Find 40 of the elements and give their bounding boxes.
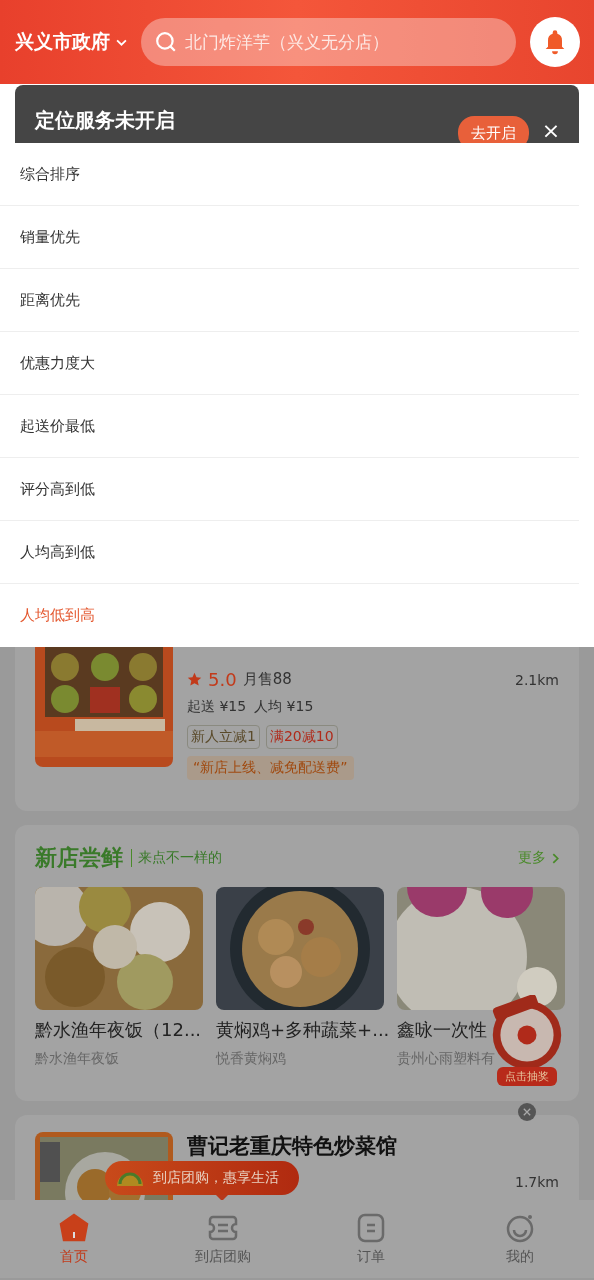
- slogan-tag: “新店上线、减免配送费”: [187, 756, 354, 780]
- close-button[interactable]: [518, 1103, 536, 1121]
- product-name[interactable]: 黔水渔年夜饭（12...: [35, 1019, 202, 1040]
- sort-option[interactable]: 人均高到低: [0, 521, 579, 584]
- close-button[interactable]: ×: [539, 119, 563, 143]
- min-order-label: 起送 ¥15: [187, 698, 247, 716]
- monthly-sales: 月售88: [242, 670, 292, 689]
- location-selector[interactable]: 兴义市政府: [15, 29, 127, 55]
- shop-name: 悦香黄焖鸡: [216, 1050, 286, 1066]
- close-icon: [523, 1108, 531, 1116]
- sort-option[interactable]: 优惠力度大: [0, 332, 579, 395]
- avg-price-label: 人均 ¥15: [254, 698, 314, 716]
- tooltip-arrow: [216, 1195, 228, 1200]
- chevron-right-icon: [552, 852, 559, 864]
- home-icon: [58, 1212, 91, 1244]
- sort-option[interactable]: 人均低到高: [0, 584, 579, 647]
- section-title: 新店尝鲜: [35, 844, 123, 872]
- star-icon: [187, 672, 202, 687]
- search-icon: [155, 31, 177, 53]
- tooltip-text: 到店团购，惠享生活: [153, 1169, 279, 1187]
- product-name[interactable]: 黄焖鸡+多种蔬菜+...: [216, 1019, 390, 1040]
- store-name: 曹记老重庆特色炒菜馆: [187, 1133, 398, 1160]
- shop-name: 黔水渔年夜饭: [35, 1050, 119, 1066]
- sort-option[interactable]: 距离优先: [0, 269, 579, 332]
- distance-label: 1.7km: [515, 1174, 559, 1190]
- promo-tag: 满20减10: [265, 725, 338, 749]
- chevron-down-icon: [116, 38, 127, 46]
- sort-option[interactable]: 评分高到低: [0, 458, 579, 521]
- notification-button[interactable]: [530, 17, 580, 67]
- distance-label: 2.1km: [515, 671, 559, 688]
- toast-title: 定位服务未开启: [35, 107, 176, 134]
- store-card[interactable]: 5.0 月售88 2.1km 起送 ¥15 人均 ¥15 新人立减1 满20减10 “新店上线、减免配送费”: [15, 647, 579, 811]
- rating-score: 5.0: [208, 669, 237, 690]
- section-subtitle: 来点不一样的: [131, 849, 222, 867]
- product-name[interactable]: 鑫咏一次性: [397, 1019, 487, 1040]
- enable-button[interactable]: 去开启: [458, 116, 529, 143]
- promo-tag: 新人立减1: [187, 725, 260, 749]
- sort-option[interactable]: 起送价最低: [0, 395, 579, 458]
- sort-option[interactable]: 综合排序: [0, 143, 579, 206]
- sort-option[interactable]: 销量优先: [0, 206, 579, 269]
